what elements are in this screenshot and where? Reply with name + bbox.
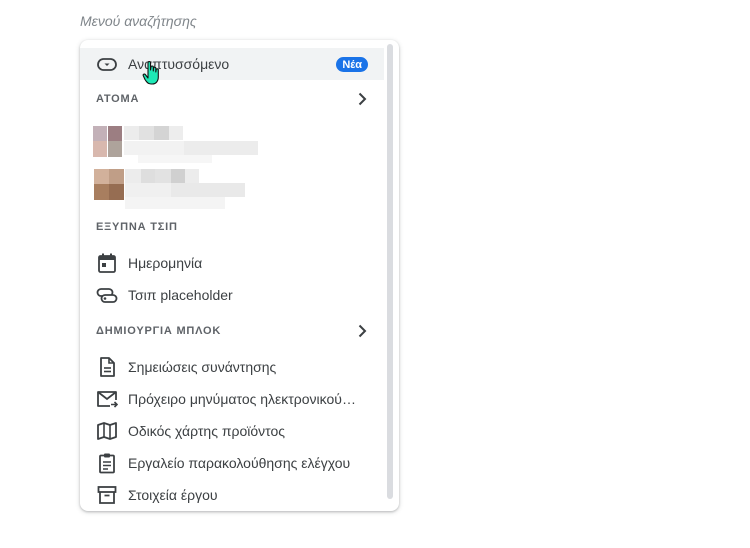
menu-item-dropdown[interactable]: Αναπτυσσόμενο Νέα <box>80 48 384 80</box>
section-title: ΕΞΥΠΝΑ ΤΣΙΠ <box>96 221 178 233</box>
section-people[interactable]: ΑΤΟΜΑ <box>80 87 384 111</box>
menu-caption: Μενού αναζήτησης <box>80 13 197 29</box>
menu-item-label: Σημειώσεις συνάντησης <box>128 359 277 375</box>
menu-item-label: Στοιχεία έργου <box>128 487 218 503</box>
menu-item-product-roadmap[interactable]: Οδικός χάρτης προϊόντος <box>80 415 384 447</box>
person-name-blurred <box>124 126 264 169</box>
dropdown-icon <box>96 53 118 75</box>
new-badge: Νέα <box>336 57 368 72</box>
menu-item-date[interactable]: Ημερομηνία <box>80 247 384 279</box>
menu-item-label: Οδικός χάρτης προϊόντος <box>128 423 286 439</box>
search-menu: Αναπτυσσόμενο Νέα ΑΤΟΜΑ ΕΞΥΠΝΑ ΤΣΙΠ Ημερ… <box>80 40 399 511</box>
menu-item-review-tracker[interactable]: Εργαλείο παρακολούθησης ελέγχου <box>80 447 384 479</box>
section-building-blocks[interactable]: ΔΗΜΙΟΥΡΓΙΑ ΜΠΛΟΚ <box>80 319 384 343</box>
clipboard-icon <box>96 452 118 474</box>
map-icon <box>96 420 118 442</box>
avatar <box>93 126 125 163</box>
archive-icon <box>96 484 118 506</box>
section-title: ΔΗΜΙΟΥΡΓΙΑ ΜΠΛΟΚ <box>96 325 222 337</box>
chevron-right-icon[interactable] <box>354 323 370 344</box>
menu-item-label: Εργαλείο παρακολούθησης ελέγχου <box>128 455 351 471</box>
menu-item-project-assets[interactable]: Στοιχεία έργου <box>80 479 384 511</box>
chevron-right-icon[interactable] <box>354 91 370 112</box>
document-icon <box>96 356 118 378</box>
person-name-blurred <box>125 169 250 214</box>
scrollbar[interactable] <box>387 44 395 499</box>
menu-item-placeholder-chip[interactable]: Τσιπ placeholder <box>80 279 384 311</box>
calendar-icon <box>96 252 118 274</box>
hand-cursor-icon <box>142 60 162 91</box>
person-item[interactable] <box>80 124 384 164</box>
placeholder-chip-icon <box>96 284 118 306</box>
menu-item-label: Ημερομηνία <box>128 255 203 271</box>
section-title: ΑΤΟΜΑ <box>96 93 140 105</box>
menu-item-label: Τσιπ placeholder <box>128 287 233 303</box>
email-draft-icon <box>96 388 118 410</box>
menu-item-meeting-notes[interactable]: Σημειώσεις συνάντησης <box>80 351 384 383</box>
avatar <box>94 169 126 206</box>
section-smart-chips: ΕΞΥΠΝΑ ΤΣΙΠ <box>80 215 384 239</box>
menu-item-email-draft[interactable]: Πρόχειρο μηνύματος ηλεκτρονικού ταχυδρομ… <box>80 383 384 415</box>
menu-item-label: Πρόχειρο μηνύματος ηλεκτρονικού ταχυδρομ… <box>128 391 356 407</box>
person-item[interactable] <box>80 167 384 211</box>
scrollbar-thumb[interactable] <box>387 44 393 499</box>
